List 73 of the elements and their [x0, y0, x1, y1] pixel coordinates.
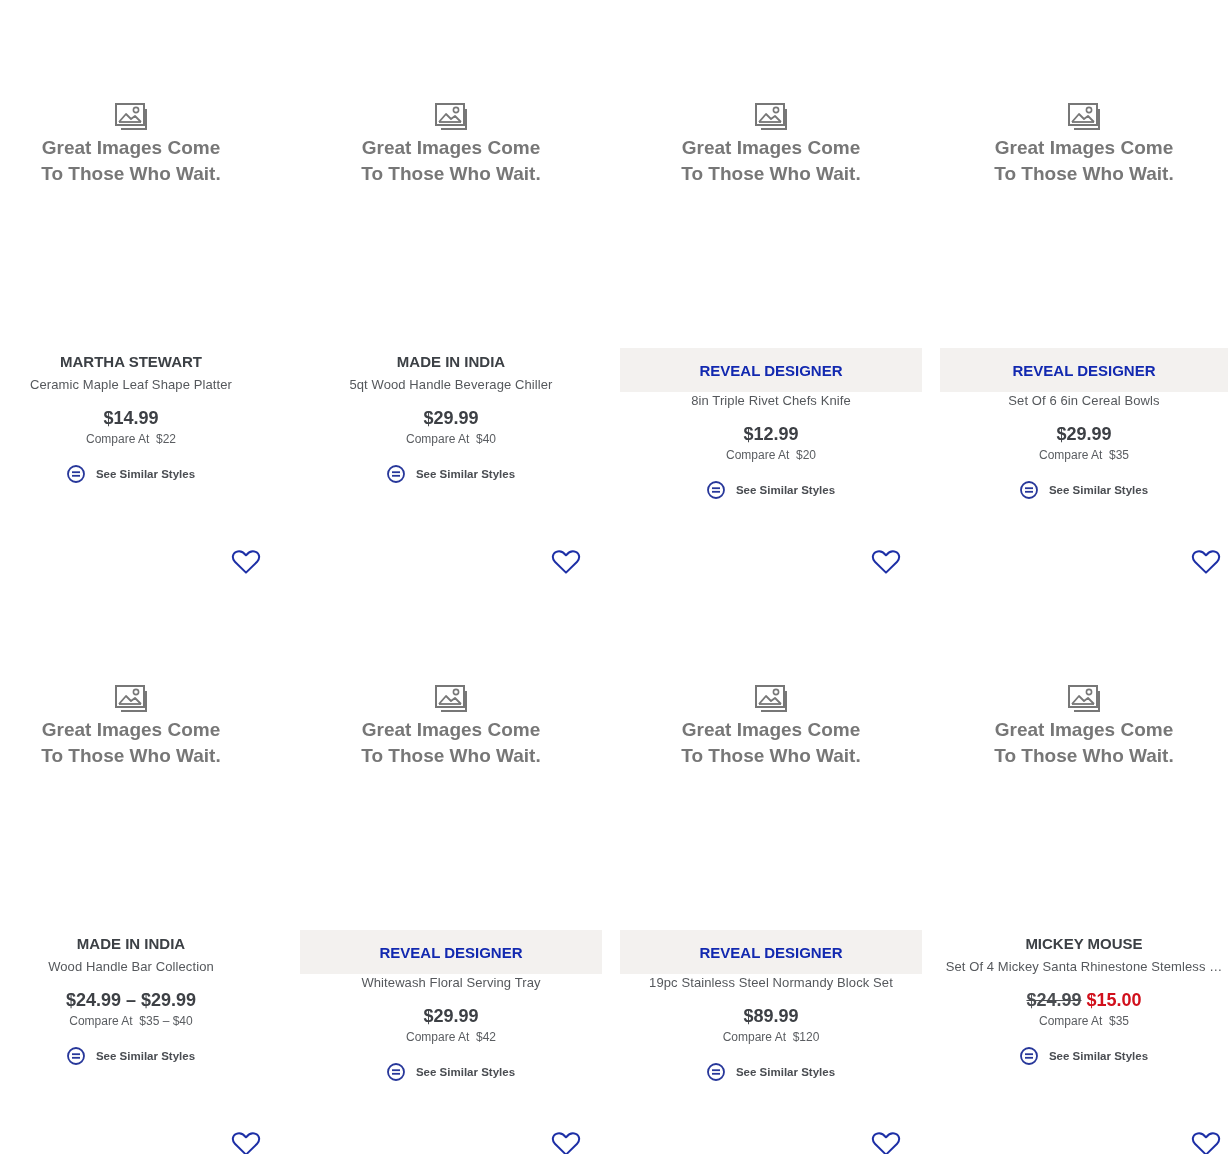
price: $24.99 – $29.99 — [65, 989, 197, 1012]
product-title[interactable]: Ceramic Maple Leaf Shape Platter — [30, 376, 232, 394]
image-placeholder-icon — [755, 102, 787, 131]
image-placeholder-icon — [435, 102, 467, 131]
see-similar-styles-link[interactable]: See Similar Styles — [386, 462, 516, 486]
reveal-designer-button[interactable]: REVEAL DESIGNER — [620, 348, 922, 392]
product-title[interactable]: Set Of 4 Mickey Santa Rhinestone Stemless … — [945, 958, 1223, 976]
placeholder-message: Great Images Come To Those Who Wait. — [40, 717, 222, 768]
placeholder-message: Great Images Come To Those Who Wait. — [40, 135, 222, 186]
equals-circle-icon — [706, 1063, 725, 1081]
compare-at-price: Compare At $42 — [405, 1029, 497, 1046]
equals-circle-icon — [386, 465, 405, 483]
compare-at-price: Compare At $35 — [1038, 447, 1130, 464]
compare-at-price: Compare At $120 — [722, 1029, 820, 1046]
heart-icon[interactable] — [871, 1132, 901, 1154]
brand-name: MICKEY MOUSE — [1025, 934, 1143, 954]
image-placeholder-icon — [115, 684, 147, 713]
brand-name: MARTHA STEWART — [60, 352, 202, 372]
image-placeholder-icon — [435, 684, 467, 713]
heart-icon[interactable] — [1191, 550, 1221, 574]
placeholder-message: Great Images Come To Those Who Wait. — [360, 717, 542, 768]
heart-icon[interactable] — [231, 1132, 261, 1154]
product-title[interactable]: 8in Triple Rivet Chefs Knife — [691, 392, 851, 410]
heart-icon[interactable] — [231, 550, 261, 574]
heart-icon[interactable] — [1191, 1132, 1221, 1154]
equals-circle-icon — [66, 465, 85, 483]
compare-at-price: Compare At $35 – $40 — [69, 1013, 193, 1030]
heart-icon[interactable] — [871, 550, 901, 574]
equals-circle-icon — [66, 1047, 85, 1065]
placeholder-message: Great Images Come To Those Who Wait. — [680, 717, 862, 768]
placeholder-message: Great Images Come To Those Who Wait. — [360, 135, 542, 186]
compare-at-price: Compare At $35 — [1038, 1013, 1130, 1030]
image-placeholder-icon — [755, 684, 787, 713]
see-similar-styles-link[interactable]: See Similar Styles — [386, 1060, 516, 1084]
product-title[interactable]: Whitewash Floral Serving Tray — [361, 974, 541, 992]
heart-icon[interactable] — [551, 550, 581, 574]
compare-at-price: Compare At $40 — [405, 431, 497, 448]
product-title[interactable]: Wood Handle Bar Collection — [48, 958, 214, 976]
see-similar-styles-link[interactable]: See Similar Styles — [706, 1060, 836, 1084]
see-similar-styles-link[interactable]: See Similar Styles — [66, 462, 196, 486]
equals-circle-icon — [386, 1063, 405, 1081]
equals-circle-icon — [1019, 1047, 1038, 1065]
reveal-designer-button[interactable]: REVEAL DESIGNER — [300, 930, 602, 974]
see-similar-styles-link[interactable]: See Similar Styles — [706, 478, 836, 502]
see-similar-styles-link[interactable]: See Similar Styles — [1019, 1044, 1149, 1068]
price: $12.99 — [743, 423, 799, 446]
compare-at-price: Compare At $20 — [725, 447, 817, 464]
see-similar-styles-link[interactable]: See Similar Styles — [1019, 478, 1149, 502]
product-title[interactable]: 19pc Stainless Steel Normandy Block Set — [649, 974, 893, 992]
placeholder-message: Great Images Come To Those Who Wait. — [993, 717, 1175, 768]
see-similar-styles-link[interactable]: See Similar Styles — [66, 1044, 196, 1068]
product-title[interactable]: Set Of 6 6in Cereal Bowls — [1008, 392, 1160, 410]
sale-price: $15.00 — [1086, 989, 1142, 1012]
image-placeholder-icon — [1068, 684, 1100, 713]
image-placeholder-icon — [115, 102, 147, 131]
price: $29.99 — [423, 1005, 479, 1028]
reveal-designer-button[interactable]: REVEAL DESIGNER — [940, 348, 1228, 392]
price: $89.99 — [743, 1005, 799, 1028]
brand-name: MADE IN INDIA — [76, 934, 186, 954]
price: $29.99 — [423, 407, 479, 430]
placeholder-message: Great Images Come To Those Who Wait. — [993, 135, 1175, 186]
price: $14.99 — [103, 407, 159, 430]
price: $29.99 — [1056, 423, 1112, 446]
equals-circle-icon — [706, 481, 725, 499]
reveal-designer-button[interactable]: REVEAL DESIGNER — [620, 930, 922, 974]
equals-circle-icon — [1019, 481, 1038, 499]
brand-name: MADE IN INDIA — [396, 352, 506, 372]
heart-icon[interactable] — [551, 1132, 581, 1154]
original-price: $24.99 — [1026, 989, 1082, 1012]
product-title[interactable]: 5qt Wood Handle Beverage Chiller — [349, 376, 553, 394]
image-placeholder-icon — [1068, 102, 1100, 131]
compare-at-price: Compare At $22 — [85, 431, 177, 448]
placeholder-message: Great Images Come To Those Who Wait. — [680, 135, 862, 186]
